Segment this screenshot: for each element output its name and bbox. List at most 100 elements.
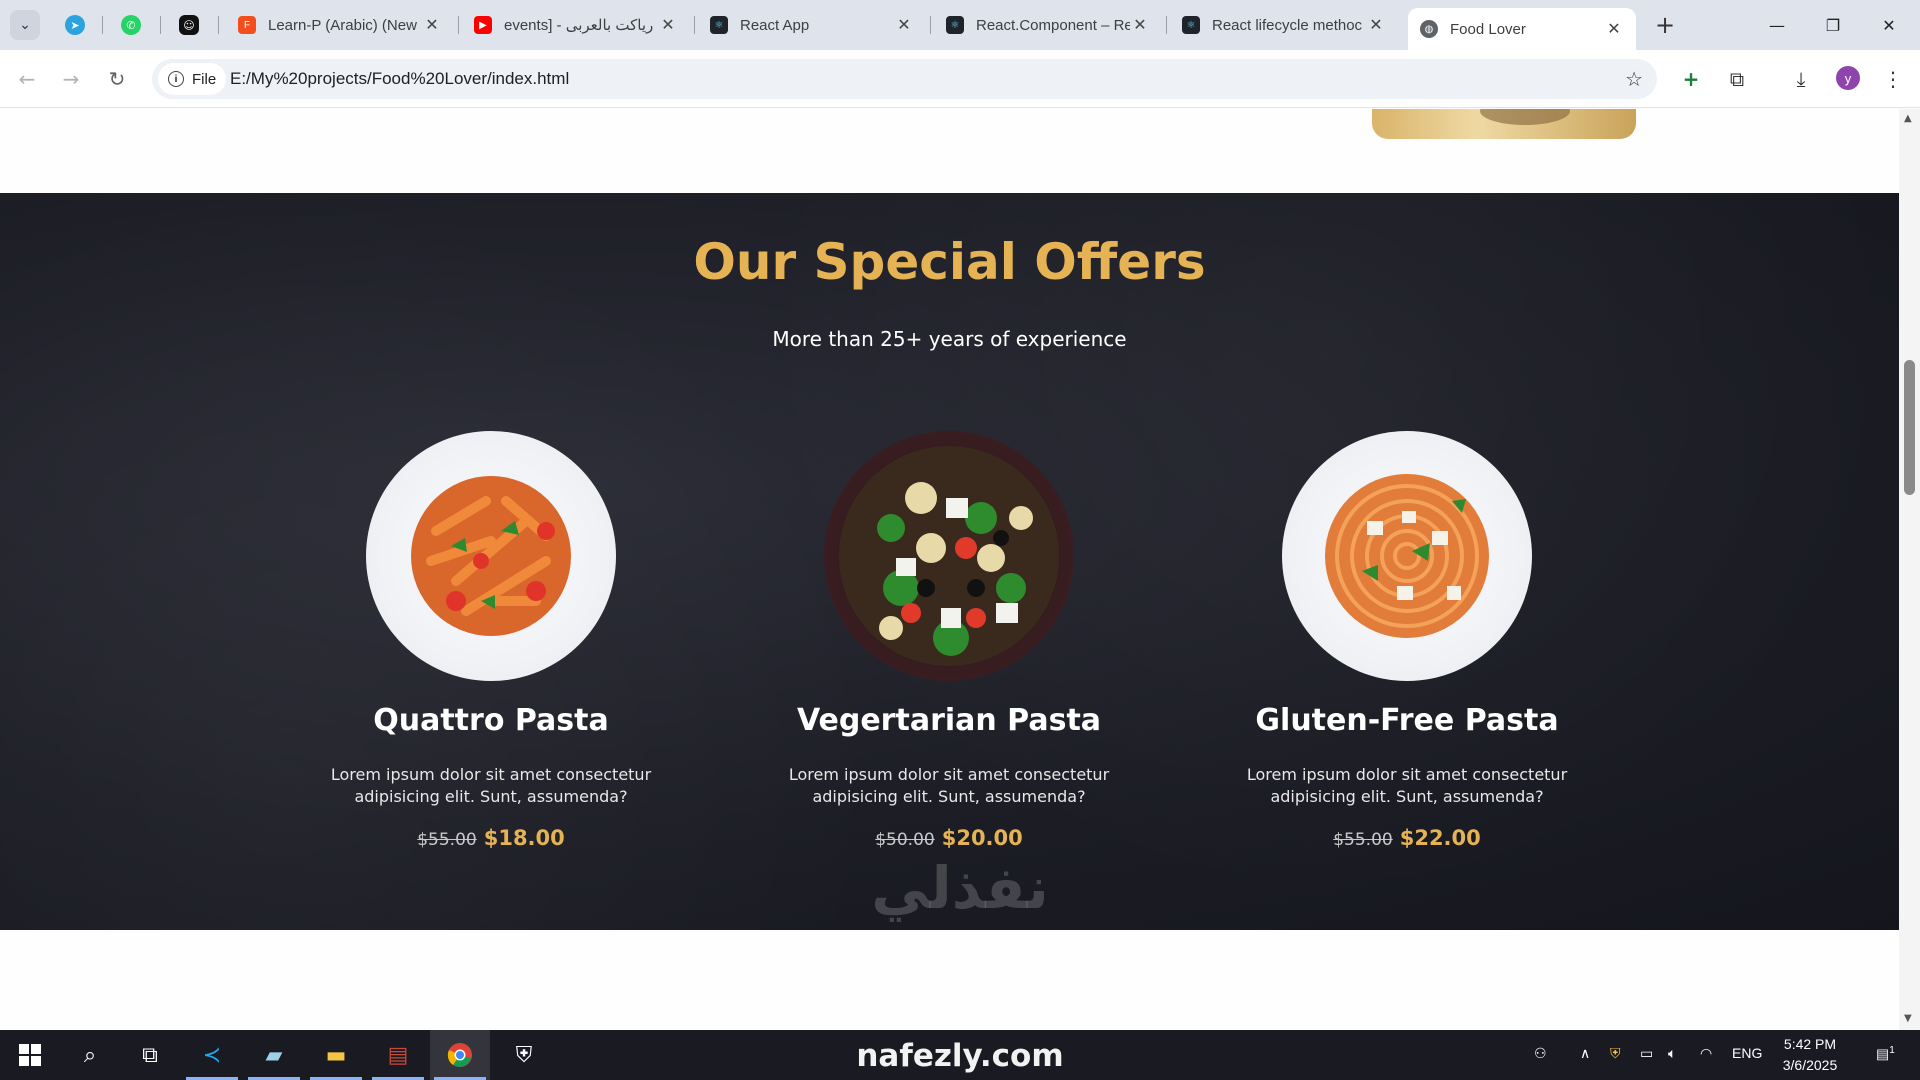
tab-title: React App: [740, 16, 810, 34]
price-row: $55.00 $18.00: [286, 826, 696, 850]
watermark-arabic-text: نفذلي: [871, 854, 1049, 922]
security-shield-icon[interactable]: ⛨: [494, 1030, 554, 1080]
whatsapp-icon: ✆: [121, 15, 141, 35]
watermark-arabic: نفذلي: [855, 856, 1065, 920]
react-icon: ⚛: [710, 16, 728, 34]
tab-title: React lifecycle methoc: [1212, 16, 1363, 34]
old-price: $55.00: [417, 830, 477, 850]
new-price: $20.00: [941, 826, 1023, 850]
globe-icon: ◍: [1420, 20, 1438, 38]
offer-card: Vegertarian Pasta Lorem ipsum dolor sit …: [744, 431, 1154, 850]
previous-section-image: [1372, 109, 1636, 139]
profile-avatar[interactable]: y: [1836, 66, 1860, 90]
new-price: $22.00: [1399, 826, 1481, 850]
pinned-tab-whatsapp[interactable]: ✆: [114, 10, 148, 40]
new-tab-button[interactable]: +: [1650, 10, 1680, 40]
close-icon[interactable]: ✕: [422, 15, 442, 35]
wifi-icon[interactable]: ◠: [1700, 1045, 1712, 1062]
pinned-tab-chat[interactable]: ☺: [172, 10, 206, 40]
notification-center-icon[interactable]: ▤1: [1876, 1045, 1895, 1063]
system-clock[interactable]: 5:42 PM 3/6/2025: [1770, 1034, 1850, 1076]
tab-title: events] - رياكت بالعربى: [504, 17, 654, 34]
tray-chevron-up-icon[interactable]: ∧: [1580, 1045, 1590, 1062]
people-icon[interactable]: ⚇: [1534, 1045, 1547, 1062]
clock-date: 3/6/2025: [1782, 1057, 1838, 1073]
scroll-down-icon[interactable]: ▼: [1904, 1013, 1912, 1024]
dish-description: Lorem ipsum dolor sit amet consectetur a…: [330, 765, 652, 806]
minimize-icon[interactable]: —: [1754, 8, 1800, 42]
tab-title: Learn-P (Arabic) (New: [268, 16, 417, 34]
dish-description: Lorem ipsum dolor sit amet consectetur a…: [788, 765, 1110, 806]
restore-icon[interactable]: ❐: [1810, 8, 1856, 42]
tab-title: React.Component – Re: [976, 16, 1130, 34]
file-explorer-icon[interactable]: ▬: [306, 1030, 366, 1080]
close-icon[interactable]: ✕: [658, 15, 678, 35]
browser-toolbar: ← → ↻ i File E:/My%20projects/Food%20Lov…: [0, 50, 1920, 108]
notification-count: 1: [1889, 1045, 1895, 1056]
new-price: $18.00: [483, 826, 565, 850]
forward-icon[interactable]: →: [56, 64, 86, 94]
site-info-label: File: [192, 70, 217, 88]
start-windows-icon[interactable]: [0, 1030, 60, 1080]
search-icon[interactable]: ⌕: [60, 1030, 120, 1080]
gluten-free-pasta-image: [1282, 431, 1532, 681]
offer-card: Gluten-Free Pasta Lorem ipsum dolor sit …: [1202, 431, 1612, 850]
tab-learn-p[interactable]: F Learn-P (Arabic) (New ✕: [226, 8, 454, 42]
winrar-icon[interactable]: ▤: [368, 1030, 428, 1080]
tab-strip: ⌄ ➤ ✆ ☺ F Learn-P (Arabic) (New ✕ ▶ even…: [0, 0, 1920, 50]
site-info-chip[interactable]: i File: [158, 63, 227, 95]
section-subtitle: More than 25+ years of experience: [772, 327, 1127, 351]
old-price: $55.00: [1333, 830, 1393, 850]
watermark-latin-text: nafezly.com: [856, 1038, 1064, 1074]
telegram-icon: ➤: [65, 15, 85, 35]
back-icon[interactable]: ←: [12, 64, 42, 94]
reload-icon[interactable]: ↻: [102, 64, 132, 94]
tab-react-component[interactable]: ⚛ React.Component – Re ✕: [934, 8, 1162, 42]
react-icon: ⚛: [1182, 16, 1200, 34]
volume-icon[interactable]: 🔈︎: [1668, 1045, 1676, 1062]
scroll-thumb[interactable]: [1904, 360, 1915, 495]
add-extension-icon[interactable]: +: [1676, 64, 1706, 94]
menu-kebab-icon[interactable]: ⋮: [1878, 64, 1908, 94]
dish-name: Gluten-Free Pasta: [1255, 703, 1559, 738]
tab-food-lover[interactable]: ◍ Food Lover ✕: [1408, 8, 1636, 50]
chrome-icon[interactable]: [430, 1030, 490, 1080]
chat-icon: ☺: [179, 15, 199, 35]
dish-description: Lorem ipsum dolor sit amet consectetur a…: [1246, 765, 1568, 806]
offer-card: Quattro Pasta Lorem ipsum dolor sit amet…: [286, 431, 696, 850]
info-icon: i: [168, 71, 184, 87]
quattro-pasta-image: [366, 431, 616, 681]
close-icon[interactable]: ✕: [1604, 19, 1624, 39]
figma-icon: F: [238, 16, 256, 34]
defender-icon[interactable]: ⛨: [1610, 1045, 1621, 1062]
price-row: $50.00 $20.00: [744, 826, 1154, 850]
close-icon[interactable]: ✕: [1130, 15, 1150, 35]
language-indicator[interactable]: ENG: [1732, 1045, 1762, 1061]
tab-youtube[interactable]: ▶ events] - رياكت بالعربى ✕: [462, 8, 690, 42]
react-icon: ⚛: [946, 16, 964, 34]
old-price: $50.00: [875, 830, 935, 850]
page-scrollbar[interactable]: ▲ ▼: [1899, 109, 1920, 1030]
notes-app-icon[interactable]: ▰: [244, 1030, 304, 1080]
url-text[interactable]: E:/My%20projects/Food%20Lover/index.html: [230, 69, 569, 89]
close-icon[interactable]: ✕: [894, 15, 914, 35]
price-row: $55.00 $22.00: [1202, 826, 1612, 850]
pinned-tab-telegram[interactable]: ➤: [58, 10, 92, 40]
address-bar[interactable]: i File E:/My%20projects/Food%20Lover/ind…: [152, 59, 1657, 99]
task-view-icon[interactable]: ⧉: [120, 1030, 180, 1080]
tab-react-lifecycle[interactable]: ⚛ React lifecycle methoc ✕: [1170, 8, 1398, 42]
dish-name: Quattro Pasta: [373, 703, 609, 738]
bookmark-star-icon[interactable]: ☆: [1625, 67, 1643, 91]
tab-search-dropdown-icon[interactable]: ⌄: [10, 10, 40, 40]
section-title: Our Special Offers: [693, 233, 1206, 291]
vscode-icon[interactable]: ≺: [182, 1030, 242, 1080]
tab-react-app[interactable]: ⚛ React App ✕: [698, 8, 926, 42]
close-window-icon[interactable]: ✕: [1866, 8, 1912, 42]
scroll-up-icon[interactable]: ▲: [1904, 113, 1912, 124]
extensions-puzzle-icon[interactable]: ⧉: [1722, 64, 1752, 94]
vegetarian-pasta-image: [824, 431, 1074, 681]
download-icon[interactable]: ⤓: [1786, 64, 1816, 94]
battery-icon[interactable]: ▭: [1640, 1045, 1653, 1062]
close-icon[interactable]: ✕: [1366, 15, 1386, 35]
clock-time: 5:42 PM: [1783, 1036, 1837, 1052]
